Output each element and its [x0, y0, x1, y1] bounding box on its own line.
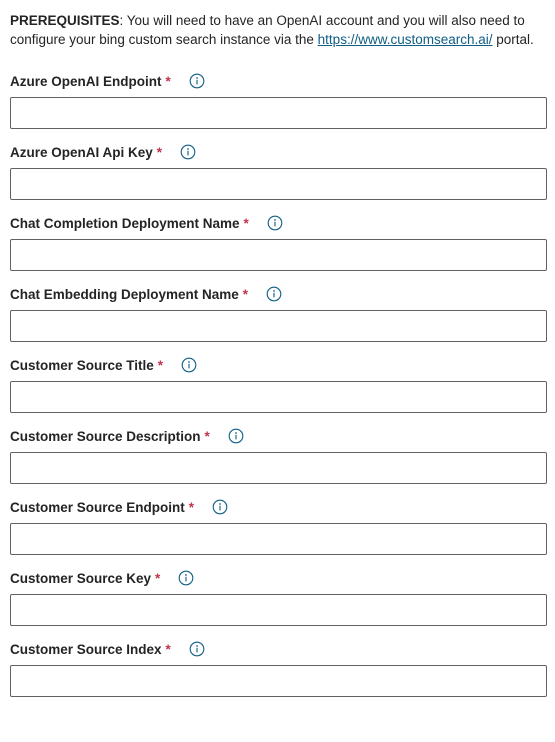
required-marker: *	[156, 144, 163, 160]
info-icon[interactable]	[181, 357, 197, 373]
field-azure-openai-endpoint: Azure OpenAI Endpoint *	[10, 70, 547, 141]
azure-openai-api-key-input[interactable]	[10, 168, 547, 200]
field-label: Customer Source Key	[10, 570, 152, 586]
field-customer-source-index: Customer Source Index *	[10, 638, 547, 709]
field-label: Chat Completion Deployment Name	[10, 215, 240, 231]
customer-source-index-input[interactable]	[10, 665, 547, 697]
prerequisites-heading: PREREQUISITES	[10, 13, 120, 28]
chat-embedding-deployment-name-input[interactable]	[10, 310, 547, 342]
field-label: Customer Source Title	[10, 357, 154, 373]
info-icon[interactable]	[178, 570, 194, 586]
azure-openai-endpoint-input[interactable]	[10, 97, 547, 129]
field-customer-source-title: Customer Source Title *	[10, 354, 547, 425]
info-icon[interactable]	[266, 286, 282, 302]
field-label: Customer Source Index	[10, 641, 162, 657]
required-marker: *	[155, 570, 161, 586]
prerequisites-text-end: portal.	[492, 32, 534, 47]
customer-source-key-input[interactable]	[10, 594, 547, 626]
field-label: Customer Source Endpoint	[10, 499, 185, 515]
required-marker: *	[188, 499, 195, 515]
required-marker: *	[242, 286, 249, 302]
field-customer-source-description: Customer Source Description *	[10, 425, 547, 496]
prerequisites-note: PREREQUISITES: You will need to have an …	[10, 11, 547, 49]
customer-source-endpoint-input[interactable]	[10, 523, 547, 555]
info-icon[interactable]	[180, 144, 196, 160]
customer-source-title-input[interactable]	[10, 381, 547, 413]
required-marker: *	[157, 357, 164, 373]
settings-form: PREREQUISITES: You will need to have an …	[0, 0, 555, 709]
info-icon[interactable]	[267, 215, 283, 231]
field-label: Customer Source Description	[10, 428, 201, 444]
customsearch-link[interactable]: https://www.customsearch.ai/	[318, 32, 493, 47]
field-label: Azure OpenAI Api Key	[10, 144, 153, 160]
info-icon[interactable]	[212, 499, 228, 515]
required-marker: *	[165, 641, 171, 657]
required-marker: *	[204, 428, 210, 444]
info-icon[interactable]	[189, 73, 205, 89]
field-customer-source-key: Customer Source Key *	[10, 567, 547, 638]
field-chat-completion-deployment-name: Chat Completion Deployment Name *	[10, 212, 547, 283]
field-label: Azure OpenAI Endpoint	[10, 73, 162, 89]
field-customer-source-endpoint: Customer Source Endpoint *	[10, 496, 547, 567]
info-icon[interactable]	[228, 428, 244, 444]
required-marker: *	[165, 73, 171, 89]
required-marker: *	[243, 215, 249, 231]
field-list: Azure OpenAI Endpoint * Azure OpenAI Api …	[10, 70, 547, 709]
customer-source-description-input[interactable]	[10, 452, 547, 484]
chat-completion-deployment-name-input[interactable]	[10, 239, 547, 271]
field-chat-embedding-deployment-name: Chat Embedding Deployment Name *	[10, 283, 547, 354]
info-icon[interactable]	[189, 641, 205, 657]
field-label: Chat Embedding Deployment Name	[10, 286, 239, 302]
field-azure-openai-api-key: Azure OpenAI Api Key *	[10, 141, 547, 212]
